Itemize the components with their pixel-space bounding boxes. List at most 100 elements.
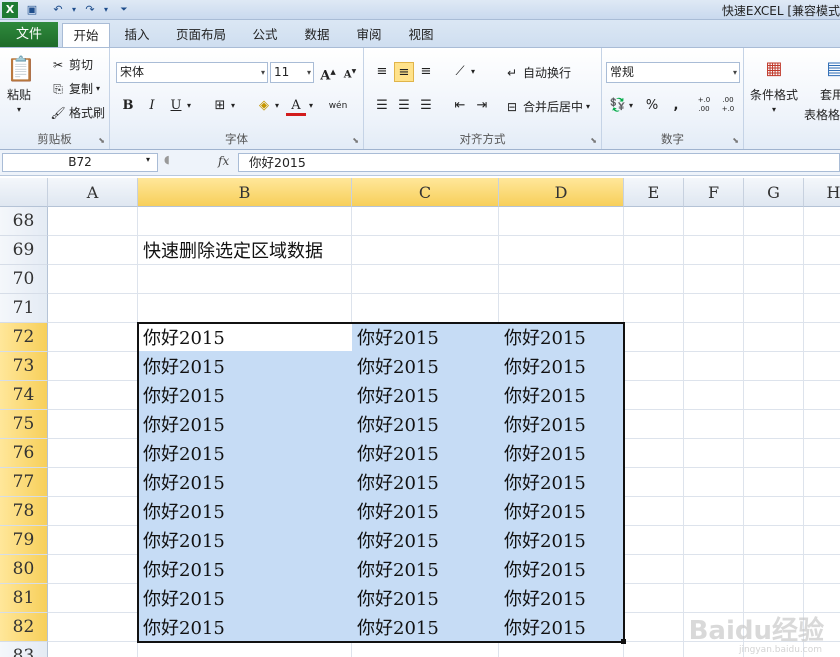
undo-icon[interactable]: ↶: [50, 2, 66, 18]
align-right-icon[interactable]: ☰: [416, 96, 436, 116]
excel-logo-icon: X: [2, 2, 18, 18]
tab-review[interactable]: 审阅: [348, 23, 390, 47]
worksheet-grid[interactable]: ABCDEFGH 68 69 70 71 72 73 74 75 76 77 78 79 80 81 82 8…: [0, 178, 840, 657]
wrap-text-button[interactable]: ↵ 自动换行: [504, 64, 571, 81]
align-top-icon[interactable]: ≡: [372, 62, 392, 82]
column-header-b[interactable]: B: [138, 178, 352, 207]
row-header-77[interactable]: 77: [0, 468, 48, 497]
row-header-82[interactable]: 82: [0, 613, 48, 642]
row-header-75[interactable]: 75: [0, 410, 48, 439]
copy-icon: ⎘: [53, 81, 63, 96]
column-header-d[interactable]: D: [499, 178, 624, 207]
number-format-combo[interactable]: 常规 ▾: [606, 62, 740, 83]
shrink-font-button[interactable]: A▼: [340, 62, 360, 82]
name-box-dropdown-icon[interactable]: ▾: [146, 155, 150, 164]
column-header-c[interactable]: C: [352, 178, 499, 207]
row-header-70[interactable]: 70: [0, 265, 48, 294]
column-header-e[interactable]: E: [624, 178, 684, 207]
accounting-dropdown-icon[interactable]: ▾: [626, 96, 636, 116]
tab-formulas[interactable]: 公式: [244, 23, 286, 47]
ribbon: 📋 粘贴 ▾ ✂ 剪切 ⎘ 复制 ▾ 🖌 格式刷 剪贴板 ⬊ 宋体 ▾ 11 ▾…: [0, 47, 840, 150]
column-header-f[interactable]: F: [684, 178, 744, 207]
save-icon[interactable]: ▣: [24, 2, 40, 18]
copy-button[interactable]: ⎘ 复制 ▾: [50, 80, 100, 97]
tab-file[interactable]: 文件: [0, 22, 58, 47]
font-color-button[interactable]: A: [286, 96, 306, 116]
decrease-indent-icon[interactable]: ⇤: [450, 96, 470, 116]
redo-icon[interactable]: ↷: [82, 2, 98, 18]
select-all-corner[interactable]: [0, 178, 48, 207]
undo-dropdown-icon[interactable]: ▾: [66, 2, 82, 18]
row-header-68[interactable]: 68: [0, 207, 48, 236]
column-header-g[interactable]: G: [744, 178, 804, 207]
conditional-format-button[interactable]: ▦ 条件格式 ▾: [750, 54, 798, 114]
font-size-combo[interactable]: 11 ▾: [270, 62, 314, 83]
styles-group: ▦ 条件格式 ▾ ▤ 套用 表格格: [744, 48, 840, 149]
row-header-80[interactable]: 80: [0, 555, 48, 584]
customize-toolbar-icon[interactable]: ⏷: [116, 2, 132, 18]
tab-view[interactable]: 视图: [400, 23, 442, 47]
increase-decimal-button[interactable]: +.0 .00: [692, 96, 716, 116]
font-group: 宋体 ▾ 11 ▾ A▲ A▼ B I U ▾ ⊞ ▾ ◈ ▾ A ▾ wén …: [110, 48, 364, 149]
fill-color-icon[interactable]: ◈: [254, 96, 274, 116]
format-painter-button[interactable]: 🖌 格式刷: [50, 104, 105, 121]
paste-button[interactable]: 📋 粘贴 ▾: [6, 54, 36, 114]
underline-button[interactable]: U: [166, 96, 186, 116]
font-launcher-icon[interactable]: ⬊: [352, 136, 359, 145]
row-header-81[interactable]: 81: [0, 584, 48, 613]
increase-indent-icon[interactable]: ⇥: [472, 96, 492, 116]
redo-dropdown-icon[interactable]: ▾: [98, 2, 114, 18]
bold-button[interactable]: B: [118, 96, 138, 116]
border-dropdown-icon[interactable]: ▾: [228, 96, 238, 116]
row-header-71[interactable]: 71: [0, 294, 48, 323]
row-header-73[interactable]: 73: [0, 352, 48, 381]
paintbrush-icon: 🖌: [50, 105, 66, 120]
comma-button[interactable]: ,: [666, 96, 686, 116]
row-header-76[interactable]: 76: [0, 439, 48, 468]
clipboard-launcher-icon[interactable]: ⬊: [98, 136, 105, 145]
name-box[interactable]: B72: [2, 153, 158, 172]
merge-center-button[interactable]: ⊟ 合并后居中 ▾: [504, 98, 590, 115]
watermark-url: jingyan.baidu.com: [738, 645, 822, 655]
percent-button[interactable]: %: [642, 96, 662, 116]
align-middle-icon[interactable]: ≡: [394, 62, 414, 82]
align-left-icon[interactable]: ☰: [372, 96, 392, 116]
row-header-78[interactable]: 78: [0, 497, 48, 526]
alignment-launcher-icon[interactable]: ⬊: [590, 136, 597, 145]
tab-home[interactable]: 开始: [62, 23, 110, 48]
border-icon[interactable]: ⊞: [210, 96, 230, 116]
formula-input[interactable]: 你好2015: [238, 153, 840, 172]
underline-dropdown-icon[interactable]: ▾: [184, 96, 194, 116]
table-format-icon: ▤: [826, 58, 840, 79]
row-header-69[interactable]: 69: [0, 236, 48, 265]
cell-title[interactable]: 快速删除选定区域数据: [138, 236, 323, 265]
row-header-83[interactable]: 83: [0, 642, 48, 657]
cut-button[interactable]: ✂ 剪切: [50, 56, 93, 73]
font-color-dropdown-icon[interactable]: ▾: [306, 96, 316, 116]
insert-function-icon[interactable]: fx: [218, 154, 229, 168]
tab-data[interactable]: 数据: [296, 23, 338, 47]
column-header-h[interactable]: H: [804, 178, 840, 207]
font-name-value: 宋体: [120, 65, 145, 79]
align-center-icon[interactable]: ☰: [394, 96, 414, 116]
fill-handle[interactable]: [621, 639, 626, 644]
orientation-dropdown-icon[interactable]: ▾: [468, 62, 478, 82]
format-as-table-button[interactable]: ▤ 套用: [820, 54, 840, 103]
number-launcher-icon[interactable]: ⬊: [732, 136, 739, 145]
decrease-decimal-button[interactable]: .00 +.0: [716, 96, 740, 116]
grow-font-button[interactable]: A▲: [318, 62, 338, 83]
phonetic-button[interactable]: wén: [326, 96, 350, 116]
font-name-combo[interactable]: 宋体 ▾: [116, 62, 268, 83]
italic-button[interactable]: I: [142, 96, 162, 116]
fill-color-dropdown-icon[interactable]: ▾: [272, 96, 282, 116]
row-header-79[interactable]: 79: [0, 526, 48, 555]
align-bottom-icon[interactable]: ≡: [416, 62, 436, 82]
column-header-a[interactable]: A: [48, 178, 138, 207]
row-header-72[interactable]: 72: [0, 323, 48, 352]
row-header-74[interactable]: 74: [0, 381, 48, 410]
accounting-format-icon[interactable]: 💱: [608, 96, 628, 116]
tab-insert[interactable]: 插入: [116, 23, 158, 47]
conditional-format-dropdown-icon: ▾: [772, 105, 777, 114]
orientation-icon[interactable]: ⟋: [450, 62, 470, 82]
tab-page-layout[interactable]: 页面布局: [168, 23, 234, 47]
